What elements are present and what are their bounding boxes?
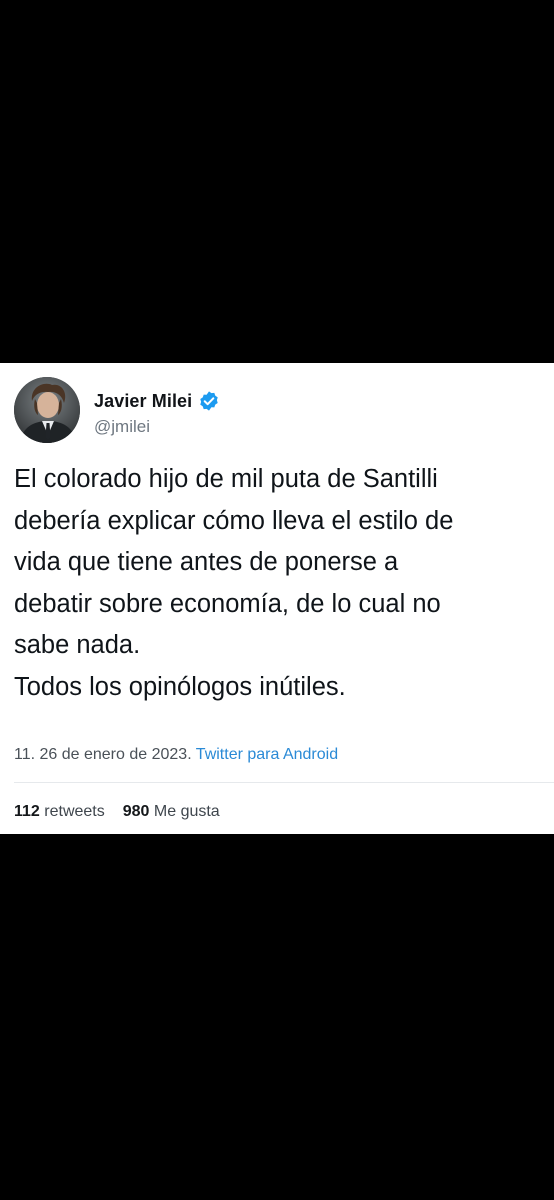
tweet-stats: 112 retweets 980 Me gusta: [14, 803, 220, 821]
author-display-name[interactable]: Javier Milei: [94, 391, 192, 412]
tweet-source-link[interactable]: Twitter para Android: [196, 746, 338, 763]
name-row: Javier Milei: [94, 389, 220, 413]
retweets-label: retweets: [44, 803, 105, 820]
tweet-text: El colorado hijo de mil puta de Santilli…: [14, 465, 454, 701]
retweets-stat[interactable]: 112 retweets: [14, 803, 105, 820]
avatar-portrait: [14, 377, 80, 443]
divider: [14, 782, 554, 783]
likes-label: Me gusta: [153, 803, 220, 820]
tweet-header: Javier Milei @jmilei: [14, 377, 534, 443]
tweet-timestamp[interactable]: 11. 26 de enero de 2023.: [14, 746, 192, 763]
avatar[interactable]: [14, 377, 80, 443]
likes-count: 980: [122, 803, 150, 820]
likes-stat[interactable]: 980 Me gusta: [123, 803, 220, 820]
verified-badge-icon: [198, 390, 220, 412]
author-handle[interactable]: @jmilei: [94, 417, 150, 437]
tweet-card: Javier Milei @jmilei El colorado hijo de…: [0, 363, 554, 834]
retweets-count: 112: [14, 803, 40, 820]
tweet-meta: 11. 26 de enero de 2023. Twitter para An…: [14, 746, 338, 764]
